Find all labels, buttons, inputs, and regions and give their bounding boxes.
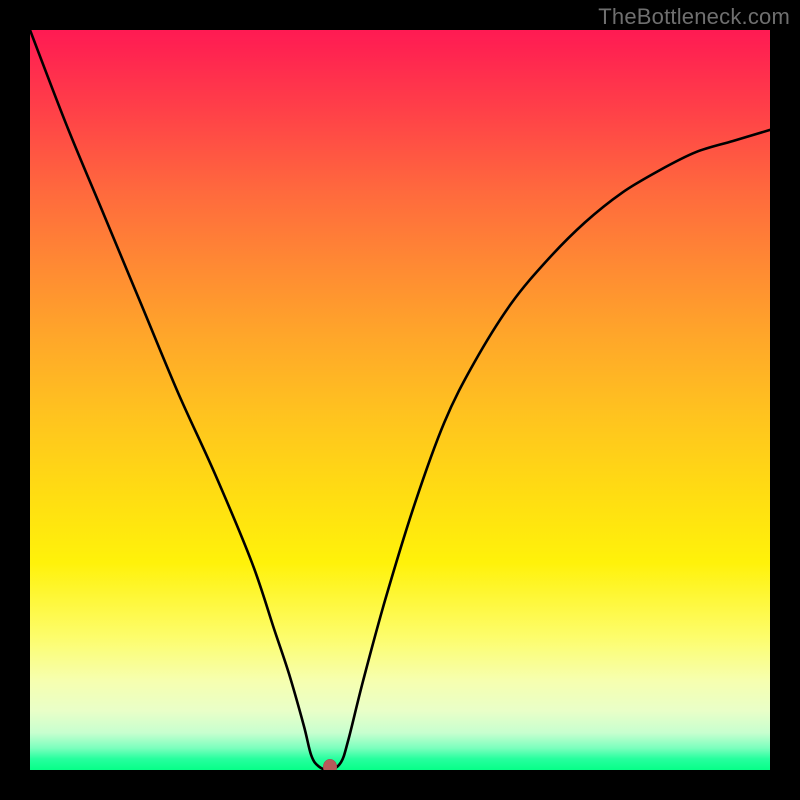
minimum-marker — [323, 759, 337, 770]
chart-frame: TheBottleneck.com — [0, 0, 800, 800]
watermark-text: TheBottleneck.com — [598, 4, 790, 30]
bottleneck-curve — [30, 30, 770, 770]
plot-area — [30, 30, 770, 770]
